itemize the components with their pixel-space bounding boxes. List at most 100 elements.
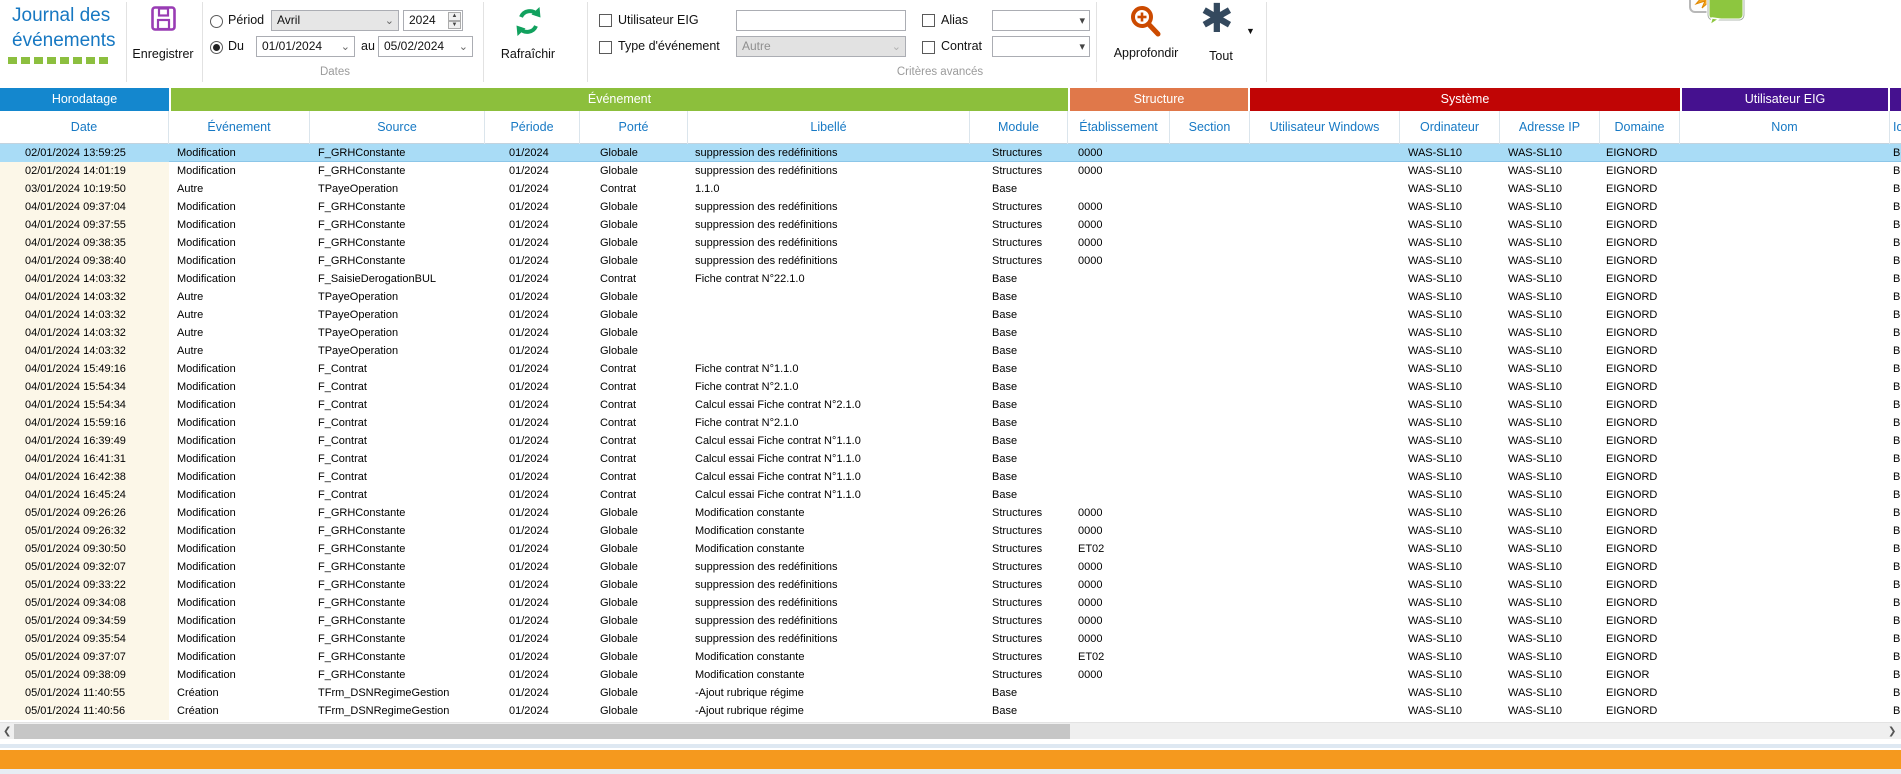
contract-select[interactable]: ▾ [992,36,1090,57]
table-row[interactable]: 04/01/2024 14:03:32AutreTPayeOperation01… [0,342,1901,360]
scroll-right-icon[interactable]: ❯ [1888,726,1896,737]
column-header-module[interactable]: Module [970,111,1068,144]
table-row[interactable]: 04/01/2024 15:54:34ModificationF_Contrat… [0,396,1901,414]
period-radio[interactable] [210,15,223,28]
period-year-spinner[interactable]: 2024 ▲▼ [403,10,463,31]
cell-p-riode: 01/2024 [485,378,580,396]
table-row[interactable]: 04/01/2024 16:45:24ModificationF_Contrat… [0,486,1901,504]
table-row[interactable]: 05/01/2024 09:37:07ModificationF_GRHCons… [0,648,1901,666]
column-header-ordinateur[interactable]: Ordinateur [1400,111,1500,144]
table-row[interactable]: 04/01/2024 15:54:34ModificationF_Contrat… [0,378,1901,396]
refresh-button[interactable]: Rafraîchir [495,3,561,65]
column-header-adresse-ip[interactable]: Adresse IP [1500,111,1600,144]
spin-down-icon[interactable]: ▼ [448,21,461,30]
table-row[interactable]: 04/01/2024 15:59:16ModificationF_Contrat… [0,414,1901,432]
table-row[interactable]: 05/01/2024 09:35:54ModificationF_GRHCons… [0,630,1901,648]
cell-date: 04/01/2024 09:38:40 [0,252,169,270]
table-row[interactable]: 02/01/2024 13:59:25ModificationF_GRHCons… [0,144,1901,162]
cell-adresse-ip: WAS-SL10 [1500,180,1600,198]
toolbar-separator [1266,2,1267,82]
table-row[interactable]: 05/01/2024 09:38:09ModificationF_GRHCons… [0,666,1901,684]
table-row[interactable]: 05/01/2024 09:32:07ModificationF_GRHCons… [0,558,1901,576]
column-header-section[interactable]: Section [1170,111,1250,144]
cell-adresse-ip: WAS-SL10 [1500,468,1600,486]
table-row[interactable]: 05/01/2024 11:40:55CréationTFrm_DSNRegim… [0,684,1901,702]
table-row[interactable]: 04/01/2024 09:37:04ModificationF_GRHCons… [0,198,1901,216]
cell-domaine: EIGNORD [1600,432,1680,450]
cell--tablissement: 0000 [1068,144,1170,162]
column-header-domaine[interactable]: Domaine [1600,111,1680,144]
date-to-picker[interactable]: 05/02/2024⌄ [378,36,473,57]
column-header-nom[interactable]: Nom [1680,111,1890,144]
cell-module: Base [970,378,1068,396]
column-header-libell-[interactable]: Libellé [688,111,970,144]
user-eig-input[interactable] [736,10,906,31]
dropdown-caret-icon[interactable]: ▼ [1246,26,1255,36]
alias-select[interactable]: ▾ [992,10,1090,31]
cell-p-riode: 01/2024 [485,504,580,522]
all-button[interactable]: ✱ ▼ Tout [1198,2,1258,66]
column-header--tablissement[interactable]: Établissement [1068,111,1170,144]
cell-adresse-ip: WAS-SL10 [1500,162,1600,180]
table-row[interactable]: 04/01/2024 09:37:55ModificationF_GRHCons… [0,216,1901,234]
cell-adresse-ip: WAS-SL10 [1500,396,1600,414]
cell--tablissement: 0000 [1068,504,1170,522]
column-header-utilisateur-windows[interactable]: Utilisateur Windows [1250,111,1400,144]
column-header-port-[interactable]: Porté [580,111,688,144]
table-row[interactable]: 05/01/2024 09:26:32ModificationF_GRHCons… [0,522,1901,540]
column-header--v-nement[interactable]: Événement [169,111,310,144]
spin-up-icon[interactable]: ▲ [448,12,461,21]
table-row[interactable]: 04/01/2024 16:42:38ModificationF_Contrat… [0,468,1901,486]
column-header-p-riode[interactable]: Période [485,111,580,144]
scrollbar-thumb[interactable] [14,724,1070,739]
column-header-date[interactable]: Date [0,111,169,144]
table-row[interactable]: 04/01/2024 16:39:49ModificationF_Contrat… [0,432,1901,450]
date-range-radio[interactable] [210,41,223,54]
table-row[interactable]: 05/01/2024 09:34:08ModificationF_GRHCons… [0,594,1901,612]
table-row[interactable]: 05/01/2024 09:30:50ModificationF_GRHCons… [0,540,1901,558]
cell-section [1170,396,1250,414]
speech-bubbles-icon[interactable] [1688,0,1748,26]
column-header-source[interactable]: Source [310,111,485,144]
scroll-left-icon[interactable]: ❮ [3,726,11,737]
event-type-select[interactable]: Autre⌄ [736,36,906,57]
year-spin-buttons[interactable]: ▲▼ [448,12,461,29]
alias-checkbox[interactable] [922,14,935,27]
cell-libell- [688,342,970,360]
cell-date: 05/01/2024 11:40:55 [0,684,169,702]
cell-module: Structures [970,630,1068,648]
period-month-select[interactable]: Avril⌄ [271,10,399,31]
cell-ordinateur: WAS-SL10 [1400,666,1500,684]
table-row[interactable]: 05/01/2024 09:34:59ModificationF_GRHCons… [0,612,1901,630]
table-row[interactable]: 04/01/2024 16:41:31ModificationF_Contrat… [0,450,1901,468]
table-row[interactable]: 04/01/2024 14:03:32AutreTPayeOperation01… [0,306,1901,324]
user-eig-checkbox[interactable] [599,14,612,27]
table-row[interactable]: 04/01/2024 14:03:32AutreTPayeOperation01… [0,288,1901,306]
deepen-button[interactable]: Approfondir [1100,2,1192,64]
horizontal-scrollbar[interactable]: ❮ ❯ [0,722,1901,739]
table-row[interactable]: 05/01/2024 11:40:56CréationTFrm_DSNRegim… [0,702,1901,720]
table-row[interactable]: 05/01/2024 09:33:22ModificationF_GRHCons… [0,576,1901,594]
table-row[interactable]: 04/01/2024 14:03:32ModificationF_SaisieD… [0,270,1901,288]
table-row[interactable]: 04/01/2024 09:38:35ModificationF_GRHCons… [0,234,1901,252]
cell-libell-: suppression des redéfinitions [688,558,970,576]
cell-nom [1680,540,1890,558]
table-row[interactable]: 03/01/2024 10:19:50AutreTPayeOperation01… [0,180,1901,198]
table-row[interactable]: 04/01/2024 15:49:16ModificationF_Contrat… [0,360,1901,378]
table-row[interactable]: 04/01/2024 14:03:32AutreTPayeOperation01… [0,324,1901,342]
table-row[interactable]: 05/01/2024 09:26:26ModificationF_GRHCons… [0,504,1901,522]
cell-ordinateur: WAS-SL10 [1400,198,1500,216]
date-from-picker[interactable]: 01/01/2024⌄ [256,36,355,57]
contract-checkbox[interactable] [922,41,935,54]
column-header-ide[interactable]: Ide [1890,111,1901,144]
event-type-checkbox[interactable] [599,41,612,54]
cell--v-nement: Modification [169,252,310,270]
cell-nom [1680,324,1890,342]
table-row[interactable]: 02/01/2024 14:01:19ModificationF_GRHCons… [0,162,1901,180]
cell-libell-: Modification constante [688,522,970,540]
cell-nom [1680,180,1890,198]
save-button[interactable]: Enregistrer [128,3,198,65]
cell-adresse-ip: WAS-SL10 [1500,342,1600,360]
table-row[interactable]: 04/01/2024 09:38:40ModificationF_GRHCons… [0,252,1901,270]
cell-domaine: EIGNORD [1600,180,1680,198]
